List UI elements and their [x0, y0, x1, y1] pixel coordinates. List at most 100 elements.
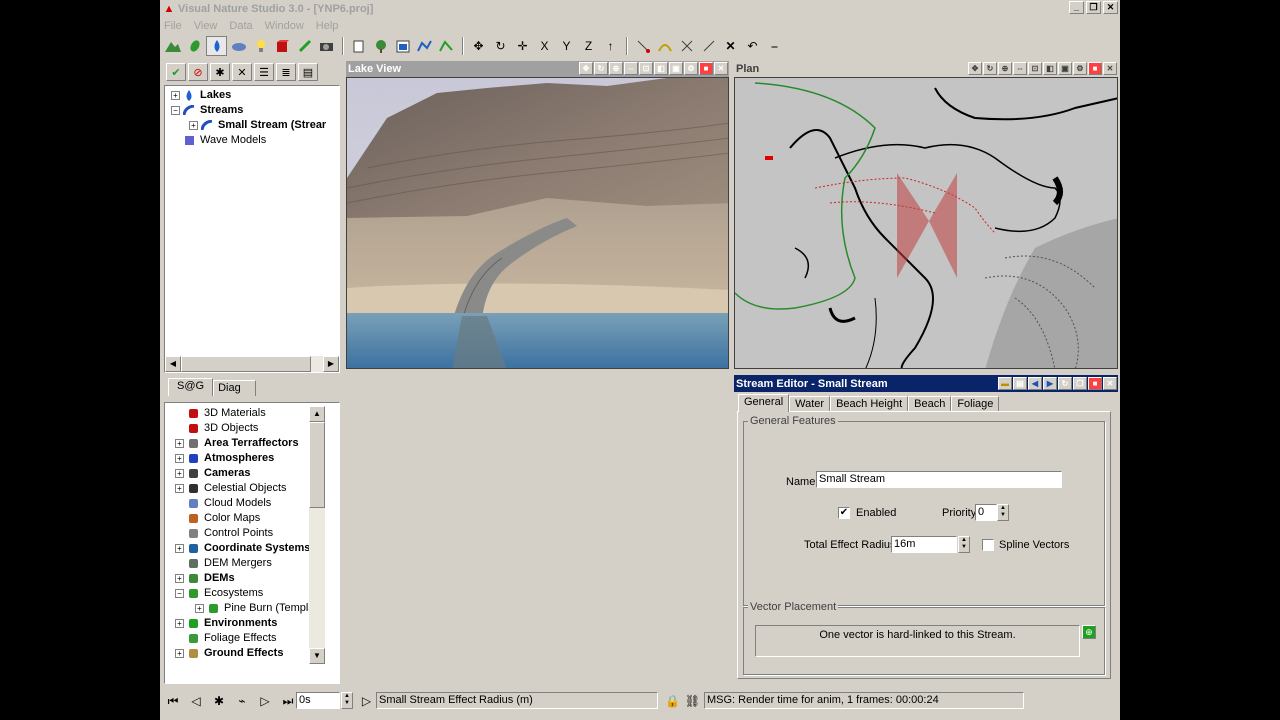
edit-vector-icon[interactable]: [436, 36, 457, 56]
close-x-icon[interactable]: ✕: [720, 36, 741, 56]
line-icon[interactable]: ⎯: [764, 36, 785, 56]
expand-icon[interactable]: +: [175, 543, 184, 553]
view-zoom-icon[interactable]: ⊕: [609, 62, 623, 75]
scroll-down-icon[interactable]: ▼: [309, 648, 325, 664]
menu-data[interactable]: Data: [229, 20, 252, 32]
expand-icon[interactable]: +: [189, 120, 198, 130]
cloud-icon[interactable]: [228, 36, 249, 56]
view-zoom-icon[interactable]: ⊕: [998, 62, 1012, 75]
x-axis-button[interactable]: X: [534, 36, 555, 56]
view-camera-icon[interactable]: ▣: [669, 62, 683, 75]
camera-icon[interactable]: [316, 36, 337, 56]
stop-icon[interactable]: ■: [1088, 377, 1102, 390]
scroll-up-icon[interactable]: ▲: [309, 406, 325, 422]
spline-vectors-checkbox[interactable]: [982, 539, 994, 551]
lakes-tree-hscrollbar[interactable]: ◀ ▶: [165, 356, 339, 372]
view-close-icon[interactable]: ✕: [1103, 62, 1117, 75]
vector-link-icon[interactable]: ⊕: [1082, 625, 1096, 639]
view-render-icon[interactable]: ◧: [654, 62, 668, 75]
leaf-icon[interactable]: [184, 36, 205, 56]
restore-button[interactable]: ❐: [1086, 1, 1101, 14]
view-render-icon[interactable]: ◧: [1043, 62, 1057, 75]
collapse-icon[interactable]: −: [171, 105, 180, 115]
scroll-thumb[interactable]: [181, 356, 311, 372]
forward-arrow-icon[interactable]: ▶: [1043, 377, 1057, 390]
view-stop-icon[interactable]: ■: [699, 62, 713, 75]
menu-view[interactable]: View: [194, 20, 218, 32]
delete-points-icon[interactable]: [676, 36, 697, 56]
refresh-icon[interactable]: ↻: [1058, 377, 1072, 390]
time-spinner[interactable]: ▲ ▼: [341, 692, 353, 709]
scroll-thumb[interactable]: [309, 422, 325, 508]
tree-item-wave-models[interactable]: Wave Models: [171, 133, 339, 148]
tab-diag[interactable]: Diag: [213, 380, 256, 396]
edit-list-icon[interactable]: ≣: [276, 63, 296, 81]
view-camera-icon[interactable]: ▣: [1058, 62, 1072, 75]
tab-sag[interactable]: S@G: [168, 378, 214, 396]
tab-beach-height[interactable]: Beach Height: [830, 396, 909, 412]
priority-spinner[interactable]: ▲ ▼: [997, 504, 1009, 521]
enable-icon[interactable]: ✔: [166, 63, 186, 81]
scroll-right-icon[interactable]: ▶: [323, 356, 339, 372]
add-component-icon[interactable]: ✱: [210, 63, 230, 81]
z-axis-button[interactable]: Z: [578, 36, 599, 56]
tab-general[interactable]: General: [738, 394, 790, 412]
minimize-button[interactable]: _: [1069, 1, 1084, 14]
key-next-icon[interactable]: ▷: [254, 691, 276, 711]
view-options-icon[interactable]: ⚙: [684, 62, 698, 75]
rotate-icon[interactable]: ↻: [490, 36, 511, 56]
move-axis-icon[interactable]: ✛: [512, 36, 533, 56]
tree-item-lakes[interactable]: + Lakes: [171, 88, 339, 103]
view-pan-icon[interactable]: ⇔: [624, 62, 638, 75]
close-button[interactable]: ✕: [1103, 1, 1118, 14]
scroll-left-icon[interactable]: ◀: [165, 356, 181, 372]
editor-close-icon[interactable]: ✕: [1103, 377, 1117, 390]
vector-icon[interactable]: [414, 36, 435, 56]
lake-view-render[interactable]: [346, 77, 729, 369]
tab-water[interactable]: Water: [789, 396, 831, 412]
view-stop-icon[interactable]: ■: [1088, 62, 1102, 75]
key-prev-icon[interactable]: ◁: [185, 691, 207, 711]
move-icon[interactable]: ✥: [468, 36, 489, 56]
water-drop-icon[interactable]: [206, 36, 227, 56]
menu-help[interactable]: Help: [316, 20, 339, 32]
expand-icon[interactable]: +: [175, 483, 184, 493]
plan-view-render[interactable]: [734, 77, 1118, 369]
key-remove-icon[interactable]: ⌁: [231, 691, 253, 711]
key-add-icon[interactable]: ✱: [208, 691, 230, 711]
time-field[interactable]: 0s: [296, 692, 340, 709]
expand-icon[interactable]: +: [175, 453, 184, 463]
notes-icon[interactable]: ▤: [298, 63, 318, 81]
lock-icon[interactable]: 🔒: [662, 691, 683, 711]
expand-icon[interactable]: +: [175, 438, 184, 448]
tab-beach[interactable]: Beach: [908, 396, 952, 412]
tree-item-streams[interactable]: − Streams: [171, 103, 339, 118]
copy-icon[interactable]: ❐: [1073, 377, 1087, 390]
add-point-icon[interactable]: [632, 36, 653, 56]
image-icon[interactable]: [392, 36, 413, 56]
view-move-icon[interactable]: ✥: [968, 62, 982, 75]
expand-icon[interactable]: −: [175, 588, 184, 598]
list-icon[interactable]: ☰: [254, 63, 274, 81]
y-axis-button[interactable]: Y: [556, 36, 577, 56]
enabled-checkbox[interactable]: ✔: [838, 507, 850, 519]
up-arrow-icon[interactable]: ↑: [600, 36, 621, 56]
radius-spinner[interactable]: ▲ ▼: [958, 536, 970, 553]
cube-icon[interactable]: [272, 36, 293, 56]
view-options-icon[interactable]: ⚙: [1073, 62, 1087, 75]
priority-field[interactable]: 0: [975, 504, 997, 521]
view-rotate-icon[interactable]: ↻: [594, 62, 608, 75]
view-move-icon[interactable]: ✥: [579, 62, 593, 75]
undo-icon[interactable]: ↶: [742, 36, 763, 56]
brush-icon[interactable]: [294, 36, 315, 56]
view-rotate-icon[interactable]: ↻: [983, 62, 997, 75]
view-fit-icon[interactable]: ⊡: [1028, 62, 1042, 75]
expand-icon[interactable]: +: [171, 90, 180, 100]
radius-field[interactable]: 16m: [891, 536, 957, 553]
view-pan-icon[interactable]: ⇔: [1013, 62, 1027, 75]
foliage-icon[interactable]: [370, 36, 391, 56]
remove-icon[interactable]: ✕: [232, 63, 252, 81]
document-icon[interactable]: [348, 36, 369, 56]
expand-icon[interactable]: +: [175, 468, 184, 478]
save-icon[interactable]: ▤: [1013, 377, 1027, 390]
